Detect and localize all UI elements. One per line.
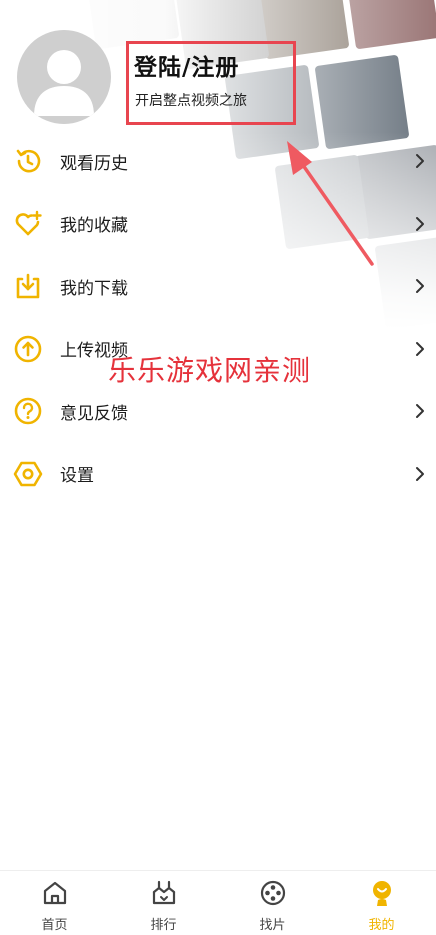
chevron-right-icon <box>416 341 424 356</box>
menu-label-favorites: 我的收藏 <box>60 216 128 237</box>
login-register-title[interactable]: 登陆/注册 <box>134 48 239 82</box>
menu-item-favorites[interactable]: 我的收藏 <box>0 193 436 256</box>
chevron-right-icon <box>416 154 424 169</box>
feedback-icon <box>14 397 42 425</box>
menu-label-feedback: 意见反馈 <box>60 403 128 424</box>
avatar[interactable] <box>17 30 111 124</box>
menu-label-upload: 上传视频 <box>60 341 128 362</box>
chevron-right-icon <box>416 404 424 419</box>
menu-item-settings[interactable]: 设置 <box>0 443 436 506</box>
settings-icon <box>13 461 43 487</box>
bottom-tab-bar: 首页 排行 找片 我的 <box>0 870 436 935</box>
history-icon <box>16 149 41 173</box>
menu-list: 观看历史 我的收藏 我的下载 上传视频 意见反馈 设置 <box>0 130 436 505</box>
heart-plus-icon <box>15 210 42 236</box>
download-icon <box>16 273 40 299</box>
ranking-icon <box>152 880 175 905</box>
upload-icon <box>14 335 42 363</box>
tab-find-film[interactable]: 找片 <box>218 871 327 935</box>
home-icon <box>43 881 66 905</box>
chevron-right-icon <box>416 279 424 294</box>
menu-label-settings: 设置 <box>60 466 94 487</box>
tab-mine[interactable]: 我的 <box>327 871 436 935</box>
tab-label-find-film: 找片 <box>259 918 286 933</box>
profile-icon <box>372 881 391 906</box>
tab-label-ranking: 排行 <box>150 918 177 933</box>
chevron-right-icon <box>416 216 424 231</box>
menu-item-upload[interactable]: 上传视频 <box>0 318 436 381</box>
avatar-person-icon <box>34 50 94 116</box>
login-subtitle: 开启整点视频之旅 <box>135 93 247 109</box>
tab-home[interactable]: 首页 <box>0 871 109 935</box>
menu-item-feedback[interactable]: 意见反馈 <box>0 380 436 443</box>
menu-item-downloads[interactable]: 我的下载 <box>0 255 436 318</box>
film-reel-icon <box>260 880 285 906</box>
menu-item-history[interactable]: 观看历史 <box>0 130 436 193</box>
tab-label-mine: 我的 <box>368 918 395 933</box>
tab-label-home: 首页 <box>41 918 68 933</box>
chevron-right-icon <box>416 466 424 481</box>
menu-label-history: 观看历史 <box>60 153 128 174</box>
tab-ranking[interactable]: 排行 <box>109 871 218 935</box>
menu-label-downloads: 我的下载 <box>60 278 128 299</box>
